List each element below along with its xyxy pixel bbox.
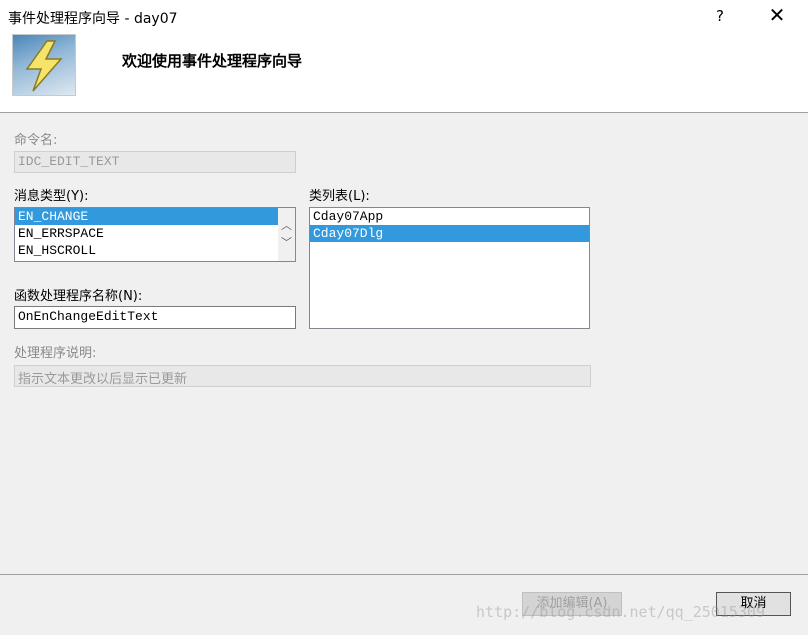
command-name-label: 命令名: bbox=[14, 133, 58, 148]
chevron-up-icon[interactable]: ︿ bbox=[278, 217, 295, 234]
footer-divider bbox=[0, 574, 808, 575]
list-item[interactable]: Cday07Dlg bbox=[310, 225, 589, 242]
message-type-label: 消息类型(Y): bbox=[14, 189, 89, 204]
close-button[interactable]: ✕ bbox=[766, 3, 788, 27]
handler-description-label: 处理程序说明: bbox=[14, 346, 97, 361]
handler-description-field: 指示文本更改以后显示已更新 bbox=[14, 365, 591, 387]
help-button[interactable]: ? bbox=[712, 7, 728, 25]
wizard-header: 欢迎使用事件处理程序向导 bbox=[0, 34, 808, 113]
wizard-title: 欢迎使用事件处理程序向导 bbox=[122, 52, 303, 70]
function-name-input[interactable]: OnEnChangeEditText bbox=[14, 306, 296, 329]
lightning-icon bbox=[12, 34, 76, 96]
title-bar: 事件处理程序向导 - day07 ? ✕ bbox=[0, 0, 808, 34]
message-type-scrollbar[interactable]: ︿ ﹀ bbox=[278, 208, 295, 261]
watermark: http://blog.csdn.net/qq_25015309 bbox=[476, 603, 765, 621]
command-name-field: IDC_EDIT_TEXT bbox=[14, 151, 296, 173]
list-item[interactable]: EN_HSCROLL bbox=[15, 242, 278, 259]
window-title: 事件处理程序向导 - day07 bbox=[8, 11, 178, 27]
class-list[interactable]: Cday07App Cday07Dlg bbox=[309, 207, 590, 329]
chevron-down-icon[interactable]: ﹀ bbox=[278, 234, 295, 251]
list-item[interactable]: EN_ERRSPACE bbox=[15, 225, 278, 242]
list-item[interactable]: EN_CHANGE bbox=[15, 208, 278, 225]
message-type-list[interactable]: EN_CHANGE EN_ERRSPACE EN_HSCROLL ︿ ﹀ bbox=[14, 207, 296, 262]
class-list-label: 类列表(L): bbox=[309, 189, 370, 204]
function-name-label: 函数处理程序名称(N): bbox=[14, 289, 143, 304]
list-item[interactable]: Cday07App bbox=[310, 208, 589, 225]
